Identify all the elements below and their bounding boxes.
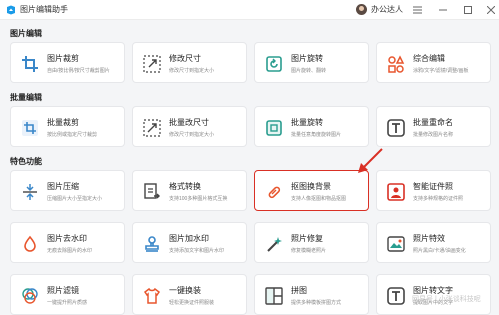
section-title: 特色功能	[10, 157, 42, 166]
tool-description: 批量任意角度旋转图片	[291, 132, 342, 138]
tool-title: 图片裁剪	[47, 54, 79, 63]
rename-icon	[387, 119, 405, 137]
stamp-icon	[143, 235, 161, 253]
tool-description: 自由/按比例/按尺寸裁剪图片	[47, 68, 110, 74]
tool-title: 批量改尺寸	[169, 118, 209, 127]
tool-description: 按比例或指定尺寸裁剪	[47, 132, 98, 138]
tool-card[interactable]: 批量改尺寸修改尺寸到指定大小	[132, 106, 247, 147]
tool-card[interactable]: 照片滤镜一键提升照片质感	[10, 274, 125, 315]
tool-card[interactable]: 拼图提供多种模板拼图方式	[254, 274, 369, 315]
watermark-text: 网易号 | 小张谈科技呢	[412, 296, 481, 303]
tool-card[interactable]: 修改尺寸修改尺寸到指定大小	[132, 42, 247, 83]
tool-description: 图片旋转、翻转	[291, 68, 327, 74]
tool-card[interactable]: 图片压缩压缩图片大小至指定大小	[10, 170, 125, 211]
tool-description: 一键提升照片质感	[47, 300, 88, 306]
tool-title: 拼图	[291, 286, 307, 295]
compress-icon	[21, 183, 39, 201]
tool-title: 批量旋转	[291, 118, 323, 127]
tool-title: 批量重命名	[413, 118, 453, 127]
tool-card[interactable]: 智能证件照支持多种规格的证件照	[376, 170, 491, 211]
convert-icon	[143, 183, 161, 201]
tool-card[interactable]: 批量重命名批量修改图片名称	[376, 106, 491, 147]
tool-title: 修改尺寸	[169, 54, 201, 63]
tool-card[interactable]: 抠图换背景支持人像抠图和物品抠图	[254, 170, 369, 211]
crop-icon	[21, 55, 39, 73]
batch-rotate-icon	[265, 119, 283, 137]
shirt-icon	[143, 287, 161, 305]
tool-card[interactable]: 照片修复修复模糊老照片	[254, 222, 369, 263]
section-title: 批量编辑	[10, 93, 42, 102]
tool-description: 涂鸦/文字/滤镜/调整/画板	[413, 68, 469, 74]
tool-description: 支持人像抠图和物品抠图	[291, 196, 347, 202]
tool-description: 提供多种模板拼图方式	[291, 300, 342, 306]
batch-crop-icon	[21, 119, 39, 137]
tool-card[interactable]: 批量裁剪按比例或指定尺寸裁剪	[10, 106, 125, 147]
tool-card[interactable]: 图片加水印支持添加文字和图片水印	[132, 222, 247, 263]
tool-description: 修改尺寸到指定大小	[169, 132, 215, 138]
ocr-icon	[387, 287, 405, 305]
tool-card[interactable]: 照片特效照片黑白/卡通/油画变化	[376, 222, 491, 263]
app-title: 图片编辑助手	[20, 5, 68, 14]
app-logo-icon	[6, 5, 16, 15]
effects-icon	[387, 235, 405, 253]
tool-card[interactable]: 格式转换支持100多种图片格式互换	[132, 170, 247, 211]
tool-card[interactable]: 图片旋转图片旋转、翻转	[254, 42, 369, 83]
tool-description: 轻松更换证件照服装	[169, 300, 215, 306]
tool-title: 图片去水印	[47, 234, 87, 243]
tool-title: 综合编辑	[413, 54, 445, 63]
tool-title: 一键换装	[169, 286, 201, 295]
tool-description: 照片黑白/卡通/油画变化	[413, 248, 466, 254]
tool-description: 修复模糊老照片	[291, 248, 327, 254]
tool-title: 照片修复	[291, 234, 323, 243]
minimize-icon[interactable]	[435, 0, 451, 20]
red-arrow-annotation	[358, 148, 383, 173]
batch-resize-icon	[143, 119, 161, 137]
tool-card[interactable]: 图片裁剪自由/按比例/按尺寸裁剪图片	[10, 42, 125, 83]
tool-description: 无痕去除图片的水印	[47, 248, 93, 254]
tool-title: 图片加水印	[169, 234, 209, 243]
tool-title: 照片特效	[413, 234, 445, 243]
tool-card[interactable]: 图片去水印无痕去除图片的水印	[10, 222, 125, 263]
tool-title: 批量裁剪	[47, 118, 79, 127]
tool-title: 智能证件照	[413, 182, 453, 191]
avatar[interactable]	[356, 4, 367, 15]
tool-description: 修改尺寸到指定大小	[169, 68, 215, 74]
maximize-icon[interactable]	[460, 0, 476, 20]
tool-title: 图片旋转	[291, 54, 323, 63]
tool-description: 支持添加文字和图片水印	[169, 248, 225, 254]
tool-description: 压缩图片大小至指定大小	[47, 196, 103, 202]
section-title: 图片编辑	[10, 29, 42, 38]
magic-wand-icon	[265, 235, 283, 253]
collage-icon	[265, 287, 283, 305]
user-profile[interactable]: 办公达人	[356, 4, 403, 15]
rotate-icon	[265, 55, 283, 73]
tool-description: 支持多种规格的证件照	[413, 196, 464, 202]
tool-description: 支持100多种图片格式互换	[169, 196, 228, 202]
tool-card[interactable]: 批量旋转批量任意角度旋转图片	[254, 106, 369, 147]
cutout-icon	[265, 183, 283, 201]
filter-icon	[21, 287, 39, 305]
close-icon[interactable]	[483, 0, 499, 20]
tool-title: 格式转换	[169, 182, 201, 191]
resize-icon	[143, 55, 161, 73]
tool-title: 图片压缩	[47, 182, 79, 191]
tool-card[interactable]: 一键换装轻松更换证件照服装	[132, 274, 247, 315]
shapes-icon	[387, 55, 405, 73]
tool-description: 批量修改图片名称	[413, 132, 454, 138]
watermark-remove-icon	[21, 235, 39, 253]
tool-card[interactable]: 综合编辑涂鸦/文字/滤镜/调整/画板	[376, 42, 491, 83]
tool-title: 抠图换背景	[291, 182, 331, 191]
tool-title: 照片滤镜	[47, 286, 79, 295]
menu-icon[interactable]	[409, 0, 425, 20]
id-photo-icon	[387, 183, 405, 201]
user-name[interactable]: 办公达人	[371, 4, 403, 15]
